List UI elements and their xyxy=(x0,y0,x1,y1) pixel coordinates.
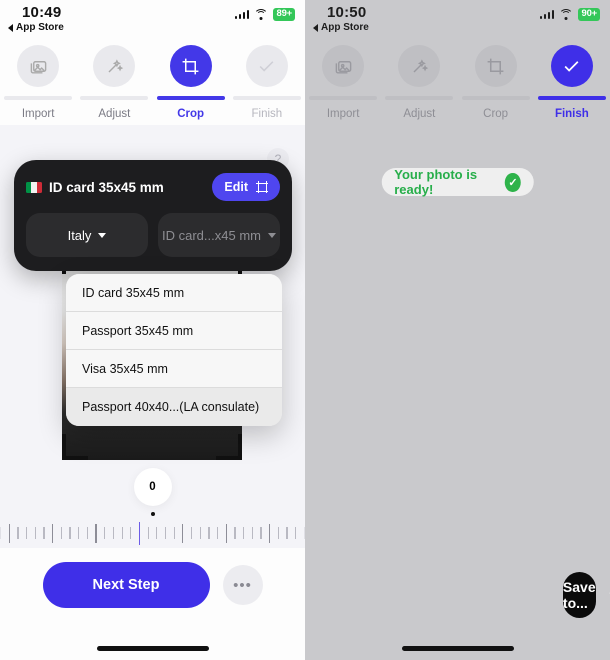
wifi-icon xyxy=(254,8,269,20)
dropdown-option[interactable]: ID card 35x45 mm xyxy=(66,274,282,312)
country-select[interactable]: Italy xyxy=(26,213,148,257)
rotation-ruler[interactable] xyxy=(0,521,305,545)
crop-screen: 10:49 App Store 89+ Import Adjust Crop F… xyxy=(0,0,305,660)
card-title-group: ID card 35x45 mm xyxy=(26,180,164,195)
rotation-control[interactable]: 0 xyxy=(0,468,305,545)
chevron-down-icon xyxy=(98,232,107,238)
step-import[interactable]: Import xyxy=(0,45,76,120)
edit-label: Edit xyxy=(224,180,248,194)
document-value: ID card...x45 mm xyxy=(162,227,261,243)
back-to-app-store[interactable]: App Store xyxy=(313,22,369,33)
finish-screen: 10:50 App Store 90+ Import Adjust Crop F… xyxy=(305,0,610,660)
crop-icon xyxy=(169,45,212,87)
step-nav: Import Adjust Crop Finish xyxy=(0,45,305,120)
back-to-app-store[interactable]: App Store xyxy=(8,22,64,33)
cellular-signal-icon xyxy=(234,9,250,20)
check-icon xyxy=(550,45,593,87)
step-label: Adjust xyxy=(98,108,131,120)
status-bar: 10:49 App Store 89+ xyxy=(0,0,305,38)
status-bar: 10:50 App Store 90+ xyxy=(305,0,610,38)
card-selectors: Italy ID card...x45 mm xyxy=(26,213,280,257)
photos-icon xyxy=(17,45,60,87)
step-label: Finish xyxy=(554,108,589,120)
dropdown-option[interactable]: Visa 35x45 mm xyxy=(66,350,282,388)
photos-icon xyxy=(322,45,365,87)
magic-wand-icon xyxy=(93,45,136,87)
document-type-dropdown[interactable]: ID card 35x45 mm Passport 35x45 mm Visa … xyxy=(66,274,282,426)
step-label: Import xyxy=(21,108,55,120)
more-options-button[interactable]: ••• xyxy=(222,565,263,605)
home-indicator xyxy=(401,646,514,651)
rotation-value: 0 xyxy=(133,468,172,506)
step-progress-bar xyxy=(461,96,530,100)
battery-badge: 90+ xyxy=(578,8,600,21)
status-indicators: 90+ xyxy=(539,8,600,21)
back-arrow-icon xyxy=(8,23,13,32)
crop-icon xyxy=(474,45,517,87)
card-header: ID card 35x45 mm Edit xyxy=(26,173,280,201)
step-adjust[interactable]: Adjust xyxy=(76,45,152,120)
step-label: Finish xyxy=(251,108,283,120)
step-finish[interactable]: Finish xyxy=(229,45,305,120)
crop-frame-icon xyxy=(256,181,268,193)
chevron-down-icon xyxy=(267,232,276,238)
step-label: Import xyxy=(326,108,360,120)
step-progress-bar xyxy=(80,96,149,100)
step-progress-bar xyxy=(309,96,378,100)
crop-handle-bottom-right[interactable] xyxy=(238,434,242,460)
ready-label: Your photo is ready! xyxy=(394,167,478,197)
check-icon xyxy=(245,45,288,87)
back-arrow-icon xyxy=(313,23,318,32)
step-progress-bar xyxy=(537,96,606,100)
italy-flag-icon xyxy=(26,181,42,193)
step-import[interactable]: Import xyxy=(305,45,381,120)
step-progress-bar xyxy=(385,96,454,100)
step-finish[interactable]: Finish xyxy=(534,45,610,120)
country-value: Italy xyxy=(67,227,92,243)
screenshot-root: 10:49 App Store 89+ Import Adjust Crop F… xyxy=(0,0,610,660)
photo-ready-banner: Your photo is ready! ✓ xyxy=(381,167,534,197)
step-label: Adjust xyxy=(403,108,436,120)
magic-wand-icon xyxy=(398,45,441,87)
dropdown-option[interactable]: Passport 40x40...(LA consulate) xyxy=(66,388,282,426)
step-label: Crop xyxy=(177,108,205,120)
document-type-card: ID card 35x45 mm Edit Italy ID card...x4… xyxy=(14,160,292,271)
wifi-icon xyxy=(559,8,574,20)
status-time: 10:49 xyxy=(22,4,62,21)
step-progress-bar xyxy=(4,96,73,100)
step-adjust[interactable]: Adjust xyxy=(381,45,457,120)
back-label: App Store xyxy=(16,22,64,33)
left-actions: Next Step ••• xyxy=(0,562,305,608)
step-progress-bar xyxy=(156,96,225,100)
step-label: Crop xyxy=(483,108,509,120)
save-to-button[interactable]: Save to... xyxy=(562,572,596,618)
home-indicator xyxy=(96,646,209,651)
cellular-signal-icon xyxy=(539,9,555,20)
crop-handle-bottom-left[interactable] xyxy=(62,434,66,460)
step-nav: Import Adjust Crop Finish xyxy=(305,45,610,120)
document-select[interactable]: ID card...x45 mm xyxy=(158,213,280,257)
edit-button[interactable]: Edit xyxy=(212,173,280,201)
step-crop[interactable]: Crop xyxy=(153,45,229,120)
status-time: 10:50 xyxy=(327,4,367,21)
step-crop[interactable]: Crop xyxy=(458,45,534,120)
dropdown-option[interactable]: Passport 35x45 mm xyxy=(66,312,282,350)
next-step-button[interactable]: Next Step xyxy=(42,562,210,608)
status-indicators: 89+ xyxy=(234,8,295,21)
step-progress-bar xyxy=(232,96,301,100)
rotation-indicator-dot xyxy=(150,512,155,516)
battery-badge: 89+ xyxy=(273,8,295,21)
back-label: App Store xyxy=(321,22,369,33)
check-circle-icon: ✓ xyxy=(505,172,521,192)
card-title: ID card 35x45 mm xyxy=(49,179,164,195)
